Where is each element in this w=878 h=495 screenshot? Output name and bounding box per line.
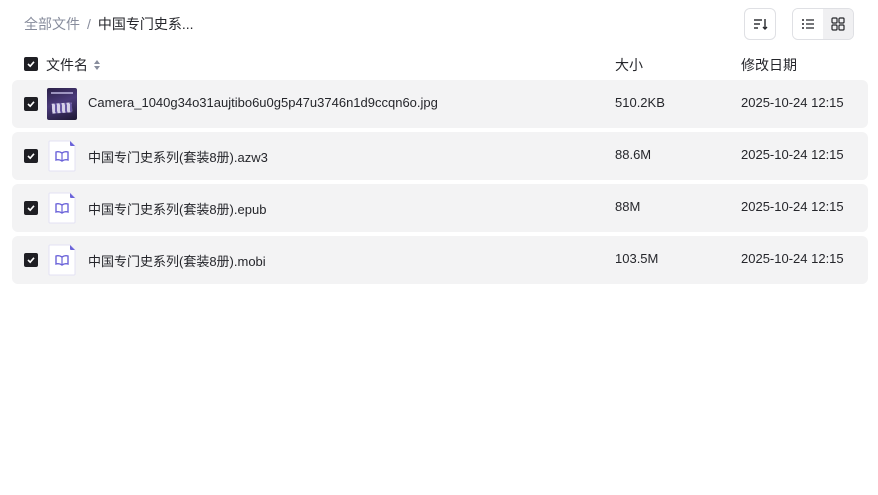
column-header-size[interactable]: 大小 xyxy=(615,55,643,75)
file-modified-date: 2025-10-24 12:15 xyxy=(741,95,844,110)
check-icon xyxy=(27,61,35,68)
file-size: 510.2KB xyxy=(615,95,665,110)
list-view-button[interactable] xyxy=(793,9,823,39)
ebook-file-icon xyxy=(47,244,77,276)
table-header: 文件名 大小 修改日期 xyxy=(12,52,868,76)
ebook-file-icon xyxy=(47,140,77,172)
file-size: 88M xyxy=(615,199,641,214)
breadcrumb: 全部文件 / 中国专门史系... xyxy=(24,15,194,33)
file-name[interactable]: 中国专门史系列(套装8册).mobi xyxy=(88,251,266,270)
row-checkbox[interactable] xyxy=(24,97,38,111)
file-name[interactable]: 中国专门史系列(套装8册).epub xyxy=(88,199,266,218)
check-icon xyxy=(27,153,35,160)
grid-view-button[interactable] xyxy=(823,9,853,39)
row-checkbox[interactable] xyxy=(24,201,38,215)
check-icon xyxy=(27,101,35,108)
file-name[interactable]: 中国专门史系列(套装8册).azw3 xyxy=(88,147,268,166)
table-row[interactable]: 中国专门史系列(套装8册).azw3 88.6M 2025-10-24 12:1… xyxy=(12,132,868,180)
file-modified-date: 2025-10-24 12:15 xyxy=(741,251,844,266)
column-header-name-label: 文件名 xyxy=(46,57,88,73)
check-icon xyxy=(27,205,35,212)
image-thumbnail xyxy=(47,88,77,120)
file-size: 103.5M xyxy=(615,251,659,266)
grid-view-icon xyxy=(831,17,845,31)
row-checkbox[interactable] xyxy=(24,253,38,267)
file-name[interactable]: Camera_1040g34o31aujtibo6u0g5p47u3746n1d… xyxy=(88,95,438,110)
file-modified-date: 2025-10-24 12:15 xyxy=(741,199,844,214)
sort-caret-icon xyxy=(94,60,100,70)
ebook-file-icon xyxy=(47,192,77,224)
table-row[interactable]: 中国专门史系列(套装8册).mobi 103.5M 2025-10-24 12:… xyxy=(12,236,868,284)
file-modified-date: 2025-10-24 12:15 xyxy=(741,147,844,162)
breadcrumb-root[interactable]: 全部文件 xyxy=(24,15,80,33)
breadcrumb-separator: / xyxy=(87,16,91,32)
sort-button[interactable] xyxy=(744,8,776,40)
check-icon xyxy=(27,257,35,264)
breadcrumb-current: 中国专门史系... xyxy=(97,16,194,32)
list-view-icon xyxy=(802,19,814,29)
view-toggle xyxy=(792,8,854,40)
sort-icon xyxy=(754,19,768,30)
row-checkbox[interactable] xyxy=(24,149,38,163)
column-header-name[interactable]: 文件名 xyxy=(46,55,102,75)
column-header-modified[interactable]: 修改日期 xyxy=(741,55,797,75)
select-all-checkbox[interactable] xyxy=(24,57,38,71)
file-size: 88.6M xyxy=(615,147,652,162)
table-row[interactable]: 中国专门史系列(套装8册).epub 88M 2025-10-24 12:15 xyxy=(12,184,868,232)
table-row[interactable]: Camera_1040g34o31aujtibo6u0g5p47u3746n1d… xyxy=(12,80,868,128)
top-bar: 全部文件 / 中国专门史系... xyxy=(0,0,878,48)
